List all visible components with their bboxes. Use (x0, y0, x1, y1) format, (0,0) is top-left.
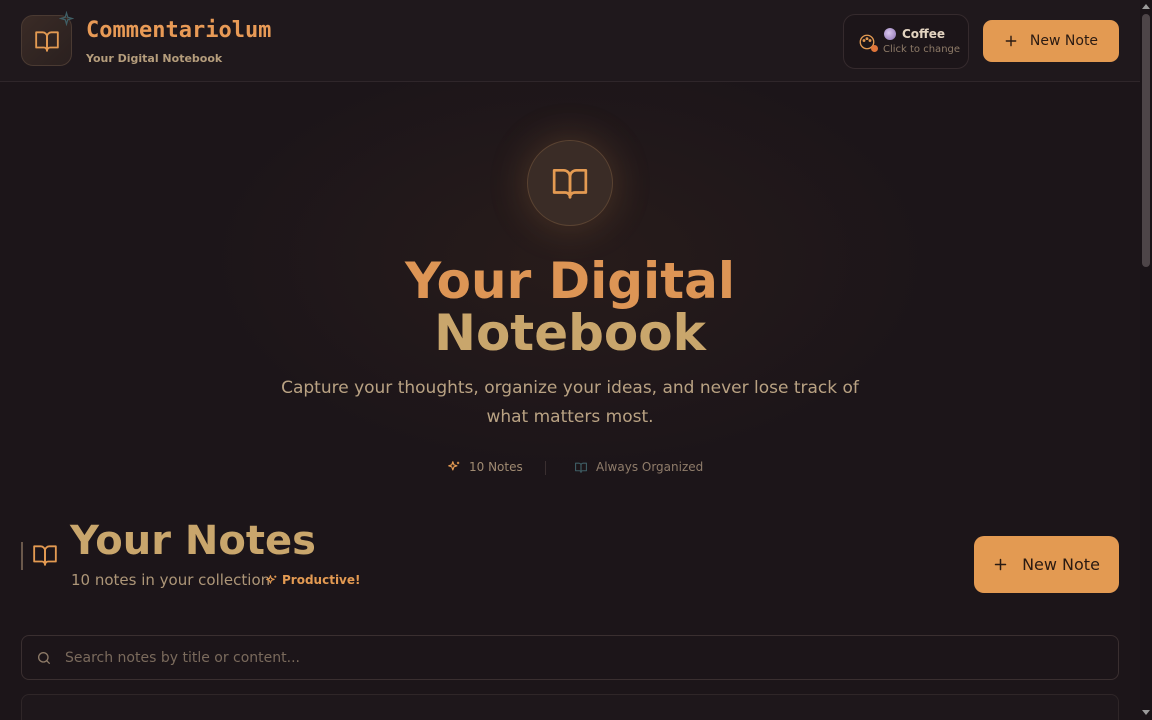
notes-count: 10 notes in your collection (71, 571, 271, 589)
productive-badge: Productive! (265, 573, 361, 587)
theme-hint: Click to change (883, 44, 961, 55)
stat-notes: 10 Notes (447, 460, 523, 474)
app-subtitle: Your Digital Notebook (86, 52, 223, 65)
note-card[interactable] (21, 694, 1119, 720)
stat-divider (545, 461, 546, 475)
hero-icon (527, 140, 613, 226)
scroll-down-arrow-icon[interactable] (1142, 710, 1150, 715)
stat-notes-label: 10 Notes (469, 460, 523, 474)
sparkles-icon (448, 461, 460, 471)
hero-stats: 10 Notes Always Organized (0, 460, 1140, 478)
notes-title: Your Notes (70, 518, 316, 564)
plus-icon (1005, 35, 1017, 47)
search-input[interactable] (65, 636, 1105, 679)
theme-color-dot (871, 45, 878, 52)
scroll-up-arrow-icon[interactable] (1142, 4, 1150, 9)
new-note-button[interactable]: New Note (974, 536, 1119, 593)
hero-title-line1: Your Digital (405, 252, 735, 310)
book-open-icon (33, 545, 57, 566)
sparkles-icon (266, 574, 277, 584)
hero-title: Your Digital Notebook (270, 255, 870, 359)
stat-organized-label: Always Organized (596, 460, 704, 474)
stat-organized: Always Organized (574, 460, 703, 474)
search-icon (38, 652, 50, 664)
scrollbar-thumb[interactable] (1142, 14, 1150, 267)
book-open-icon (575, 462, 587, 473)
theme-name: Coffee (902, 27, 946, 41)
book-open-icon (552, 168, 588, 199)
plus-icon (994, 558, 1007, 571)
app-header: Commentariolum Your Digital Notebook Cof… (0, 0, 1140, 82)
badge-label: Productive! (282, 573, 361, 587)
theme-switcher-button[interactable]: Coffee Click to change (843, 14, 969, 69)
scrollbar[interactable] (1140, 0, 1152, 720)
hero-description: Capture your thoughts, organize your ide… (281, 378, 859, 427)
header-new-note-label: New Note (1029, 33, 1099, 49)
hero-title-line2: Notebook (434, 304, 706, 362)
theme-emoji-icon (884, 28, 896, 40)
search-box (21, 635, 1119, 680)
new-note-label: New Note (1022, 555, 1100, 574)
header-new-note-button[interactable]: New Note (983, 20, 1119, 62)
section-accent-bar (21, 542, 23, 570)
sparkle-icon (59, 11, 74, 26)
page: Commentariolum Your Digital Notebook Cof… (0, 0, 1140, 720)
app-title: Commentariolum (86, 18, 272, 43)
book-open-icon (34, 30, 59, 52)
